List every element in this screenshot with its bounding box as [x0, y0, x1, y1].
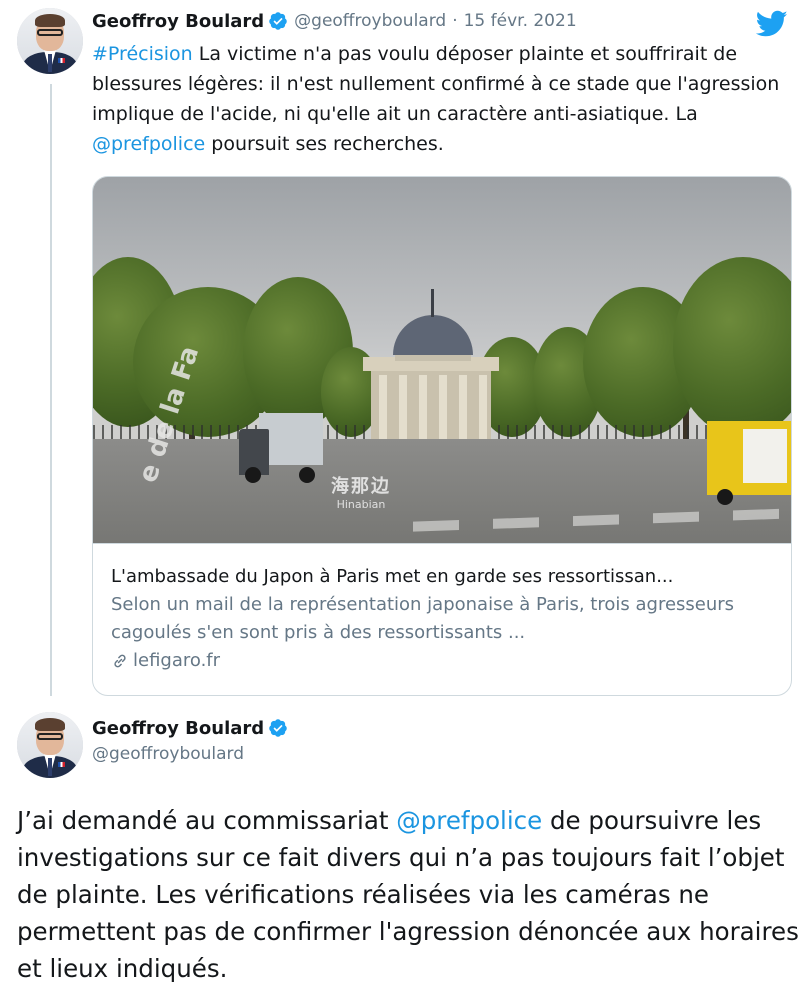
hashtag-link[interactable]: #Précision — [92, 43, 193, 65]
tweet-text-part: La victime n'a pas voulu déposer plainte… — [92, 43, 780, 125]
author-name[interactable]: Geoffroy Boulard — [92, 718, 264, 739]
link-icon — [114, 654, 126, 668]
tweet-text-part: J’ai demandé au commissariat — [17, 806, 397, 835]
watermark: 海那边 Hinabian — [331, 472, 391, 511]
mention-link[interactable]: @prefpolice — [396, 806, 542, 835]
watermark-cn: 海那边 — [331, 476, 391, 497]
card-description[interactable]: Selon un mail de la représentation japon… — [111, 591, 781, 647]
tweet-text-part: poursuit ses recherches. — [205, 133, 444, 155]
tweet-text: #Précision La victime n'a pas voulu dépo… — [92, 39, 782, 159]
avatar[interactable] — [17, 712, 83, 778]
card-domain-text: lefigaro.fr — [133, 650, 221, 671]
watermark-en: Hinabian — [336, 498, 386, 511]
card-title[interactable]: L'ambassade du Japon à Paris met en gard… — [111, 564, 781, 590]
link-preview-card[interactable]: e de la Fa 海那边 Hinabian L'ambassade du J… — [92, 176, 792, 696]
author-handle[interactable]: @geoffroyboulard — [92, 741, 294, 767]
card-domain[interactable]: lefigaro.fr — [111, 648, 220, 674]
author-handle[interactable]: @geoffroyboulard — [294, 11, 446, 31]
verified-badge-icon — [269, 719, 287, 737]
separator-dot: · — [452, 11, 458, 31]
twitter-bird-icon[interactable] — [756, 10, 788, 38]
tweet-header: Geoffroy Boulard @geoffroyboulard — [92, 715, 294, 767]
author-name[interactable]: Geoffroy Boulard — [92, 11, 264, 32]
verified-badge-icon — [269, 12, 287, 30]
thread-connector-line — [50, 84, 52, 696]
avatar[interactable] — [17, 8, 83, 74]
mention-link[interactable]: @prefpolice — [92, 133, 205, 155]
tweet-text: J’ai demandé au commissariat @prefpolice… — [17, 802, 801, 984]
tweet-date[interactable]: 15 févr. 2021 — [464, 11, 577, 31]
card-image[interactable]: e de la Fa 海那边 Hinabian — [93, 177, 791, 543]
card-body[interactable]: L'ambassade du Japon à Paris met en gard… — [93, 543, 791, 695]
tweet-header: Geoffroy Boulard @geoffroyboulard · 15 f… — [92, 6, 577, 36]
